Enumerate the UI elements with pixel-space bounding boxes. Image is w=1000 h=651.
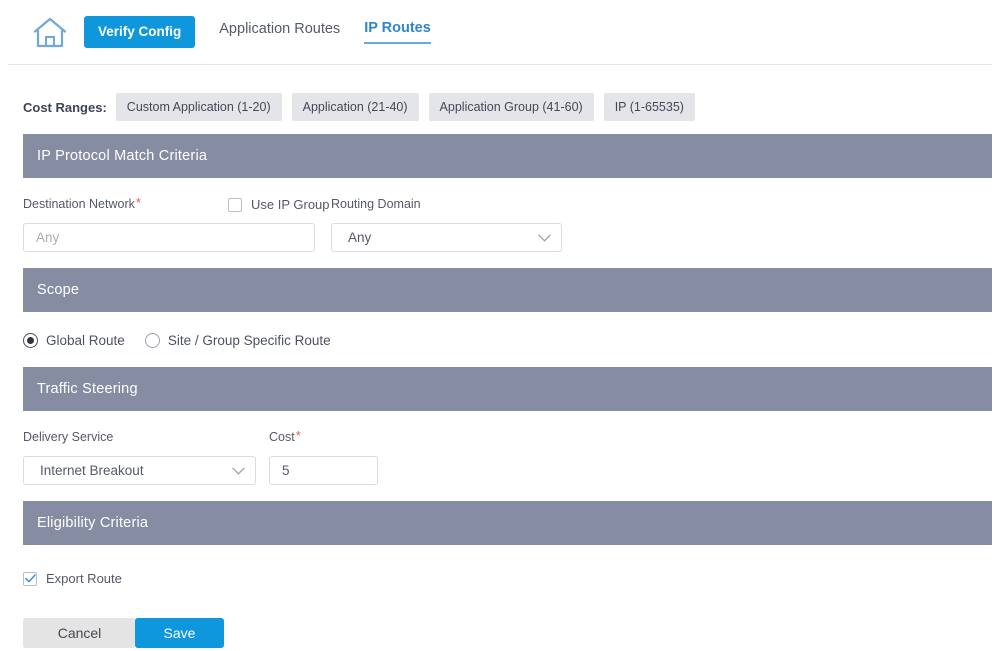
radio-global-route[interactable]: Global Route: [23, 333, 125, 348]
destination-network-label: Destination Network: [23, 197, 135, 211]
nav-divider: [8, 64, 992, 65]
routing-domain-label-group: Routing Domain: [331, 196, 421, 211]
cost-label-group: Cost*: [269, 429, 301, 444]
radio-global-route-indicator[interactable]: [23, 333, 38, 348]
home-icon[interactable]: [30, 12, 70, 52]
required-indicator: *: [295, 428, 301, 443]
chevron-down-icon: [538, 234, 551, 242]
cost-ranges-label: Cost Ranges:: [23, 99, 107, 115]
section-header-ip-protocol-match-criteria: IP Protocol Match Criteria: [23, 134, 992, 178]
chip-custom-application[interactable]: Custom Application (1-20): [115, 93, 282, 122]
radio-global-route-label: Global Route: [46, 333, 125, 348]
chip-application-group[interactable]: Application Group (41-60): [428, 93, 594, 122]
destination-network-label-group: Destination Network*: [23, 196, 141, 211]
section-title: Scope: [37, 282, 80, 298]
cost-input[interactable]: [269, 456, 378, 485]
use-ip-group-checkbox-row[interactable]: Use IP Group: [228, 197, 330, 212]
section-header-scope: Scope: [23, 268, 992, 312]
use-ip-group-checkbox[interactable]: [228, 197, 242, 212]
radio-site-group-specific-route-label: Site / Group Specific Route: [167, 333, 331, 348]
verify-config-button[interactable]: Verify Config: [84, 16, 196, 48]
routing-domain-value: Any: [348, 230, 372, 245]
radio-dot: [27, 337, 34, 344]
scope-radio-group: Global Route Site / Group Specific Route: [23, 333, 351, 348]
use-ip-group-label: Use IP Group: [251, 197, 330, 212]
radio-site-group-specific-route-indicator[interactable]: [144, 333, 160, 348]
cost-label: Cost: [269, 430, 295, 444]
destination-network-input[interactable]: [23, 223, 315, 252]
tab-application-routes[interactable]: Application Routes: [219, 21, 340, 43]
chip-application[interactable]: Application (21-40): [291, 93, 419, 122]
export-route-label: Export Route: [46, 571, 122, 586]
delivery-service-select[interactable]: Internet Breakout: [23, 456, 256, 485]
tab-ip-routes[interactable]: IP Routes: [364, 20, 431, 44]
chevron-down-icon: [232, 467, 245, 475]
check-icon: [24, 574, 36, 583]
section-title: Eligibility Criteria: [37, 515, 149, 531]
export-route-checkbox[interactable]: [23, 571, 37, 586]
cost-ranges-row: Cost Ranges: Custom Application (1-20) A…: [23, 93, 705, 122]
required-indicator: *: [135, 195, 141, 210]
delivery-service-value: Internet Breakout: [40, 463, 144, 478]
cancel-button[interactable]: Cancel: [23, 618, 136, 648]
export-route-checkbox-row[interactable]: Export Route: [23, 571, 122, 586]
section-header-eligibility-criteria: Eligibility Criteria: [23, 501, 992, 545]
top-navigation-bar: Verify Config Application Routes IP Rout…: [0, 0, 1000, 64]
delivery-service-label: Delivery Service: [23, 430, 114, 444]
chip-ip[interactable]: IP (1-65535): [603, 93, 695, 122]
routing-domain-label: Routing Domain: [331, 197, 421, 211]
routing-domain-select[interactable]: Any: [331, 223, 562, 252]
section-title: Traffic Steering: [37, 381, 138, 397]
radio-site-group-specific-route[interactable]: Site / Group Specific Route: [144, 333, 331, 348]
delivery-service-label-group: Delivery Service: [23, 429, 113, 444]
section-header-traffic-steering: Traffic Steering: [23, 367, 992, 411]
save-button[interactable]: Save: [135, 618, 224, 648]
section-title: IP Protocol Match Criteria: [37, 148, 208, 164]
